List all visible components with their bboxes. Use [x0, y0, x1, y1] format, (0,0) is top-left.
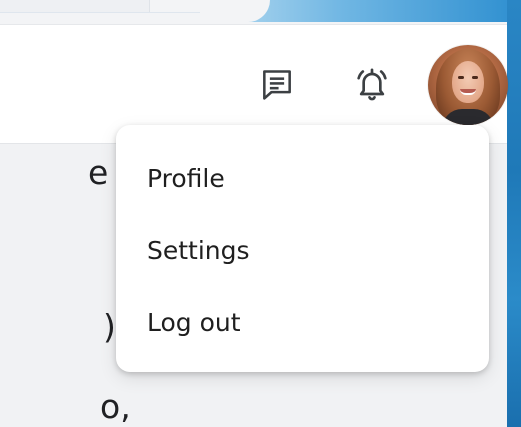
menu-item-profile[interactable]: Profile	[116, 142, 489, 214]
bell-icon	[357, 68, 387, 101]
tab-edge	[0, 0, 150, 12]
desktop-background-top	[200, 0, 521, 22]
page-text-fragment: e	[88, 153, 109, 192]
user-dropdown-menu: Profile Settings Log out	[116, 125, 489, 372]
window-corner	[200, 0, 270, 22]
avatar-eye-left	[458, 76, 464, 79]
messages-button[interactable]	[255, 63, 299, 107]
avatar-face	[452, 61, 484, 103]
avatar-eye-right	[472, 76, 478, 79]
page-text-fragment: o,	[100, 387, 131, 426]
menu-item-settings[interactable]: Settings	[116, 214, 489, 286]
notifications-button[interactable]	[350, 62, 394, 106]
user-avatar[interactable]	[428, 45, 508, 125]
desktop-background-edge	[507, 0, 521, 427]
menu-item-log-out[interactable]: Log out	[116, 286, 489, 358]
message-square-icon	[263, 70, 291, 100]
page-text-fragment: )	[103, 307, 116, 346]
